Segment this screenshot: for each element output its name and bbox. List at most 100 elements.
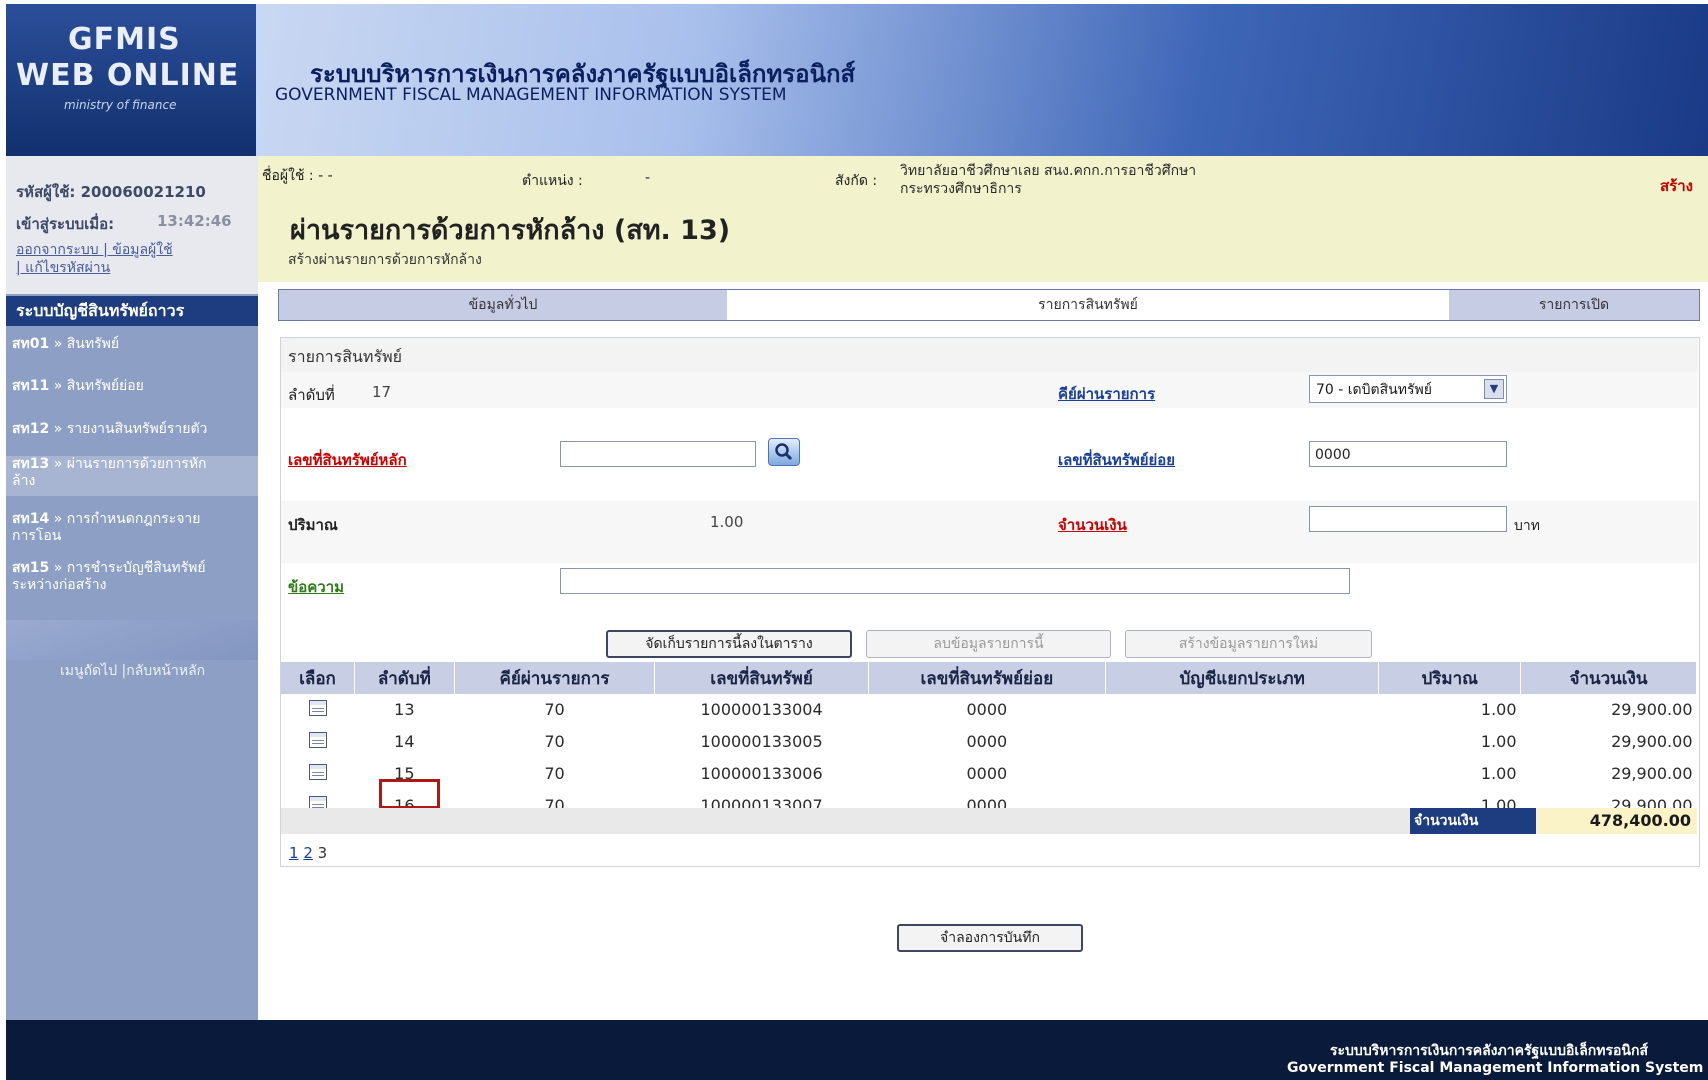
cell-posting-key: 70 bbox=[454, 725, 655, 758]
cell-asset-no: 100000133004 bbox=[654, 694, 869, 726]
sidebar-item-st12[interactable]: สท12 » รายงานสินทรัพย์รายตัว bbox=[6, 421, 258, 438]
login-label: เข้าสู่ระบบเมื่อ: bbox=[16, 215, 115, 233]
tab-bar: ข้อมูลทั่วไป รายการสินทรัพย์ รายการเปิด bbox=[278, 289, 1700, 321]
sidebar-item-st15[interactable]: สท15 » การชำระบัญชีสินทรัพย์ ระหว่างก่อส… bbox=[6, 560, 258, 594]
cell-amount: 29,900.00 bbox=[1520, 757, 1697, 790]
col-header-quantity: ปริมาณ bbox=[1378, 662, 1522, 694]
logo-text-gfmis: GFMIS bbox=[68, 22, 181, 57]
sidebar-item-st14[interactable]: สท14 » การกำหนดกฎกระจาย การโอน bbox=[6, 511, 258, 545]
cell-seq: 14 bbox=[354, 725, 455, 758]
delete-item-button[interactable]: ลบข้อมูลรายการนี้ bbox=[866, 630, 1111, 658]
seq-label: ลำดับที่ bbox=[288, 386, 335, 404]
footer-title-en: Government Fiscal Management Information… bbox=[1287, 1060, 1704, 1076]
total-label: จำนวนเงิน bbox=[1410, 808, 1536, 834]
sidebar-item-code: สท13 bbox=[12, 456, 50, 472]
change-password-link[interactable]: | แก้ไขรหัสผ่าน bbox=[16, 257, 110, 279]
tab-general-info[interactable]: ข้อมูลทั่วไป bbox=[279, 290, 727, 320]
sidebar-item-st13[interactable]: สท13 » ผ่านรายการด้วยการหัก ล้าง bbox=[6, 456, 258, 496]
sidebar-item-label: » ผ่านรายการด้วยการหัก bbox=[53, 456, 207, 472]
cell-sub-asset-no: 0000 bbox=[868, 725, 1106, 758]
posting-key-select[interactable]: 70 - เดบิตสินทรัพย์ ▼ bbox=[1309, 375, 1507, 403]
cell-quantity: 1.00 bbox=[1378, 725, 1521, 758]
sub-asset-label[interactable]: เลขที่สินทรัพย์ย่อย bbox=[1058, 448, 1175, 472]
page-subtitle: สร้างผ่านรายการด้วยการหักล้าง bbox=[288, 252, 482, 268]
info-dept-line2: กระทรวงศึกษาธิการ bbox=[900, 181, 1022, 197]
cell-gl-account bbox=[1105, 694, 1379, 726]
sidebar-item-label-cont: ล้าง bbox=[12, 473, 36, 489]
col-header-sub-asset-no: เลขที่สินทรัพย์ย่อย bbox=[868, 662, 1106, 694]
sidebar-item-label: » สินทรัพย์ย่อย bbox=[53, 378, 144, 394]
text-label[interactable]: ข้อความ bbox=[288, 575, 344, 599]
main-asset-label[interactable]: เลขที่สินทรัพย์หลัก bbox=[288, 448, 407, 472]
row-select-cell[interactable] bbox=[281, 694, 355, 726]
system-title-en: GOVERNMENT FISCAL MANAGEMENT INFORMATION… bbox=[275, 85, 787, 105]
gfmis-logo: GFMIS WEB ONLINE ministry of finance bbox=[6, 4, 256, 156]
col-header-select: เลือก bbox=[281, 662, 355, 694]
chevron-down-icon[interactable]: ▼ bbox=[1484, 379, 1504, 399]
sidebar-next-menu-link[interactable]: เมนูถัดไป |กลับหน้าหลัก bbox=[60, 660, 205, 682]
logo-text-ministry: ministry of finance bbox=[64, 98, 177, 112]
footer-title-th: ระบบบริหารการเงินการคลังภาครัฐแบบอิเล็กท… bbox=[1330, 1043, 1649, 1059]
info-position-label: ตำแหน่ง : bbox=[522, 173, 583, 189]
highlight-box bbox=[379, 779, 440, 809]
table-row: 13 70 100000133004 0000 1.00 29,900.00 bbox=[281, 694, 1697, 726]
sidebar-item-st11[interactable]: สท11 » สินทรัพย์ย่อย bbox=[6, 378, 258, 395]
page-link-1[interactable]: 1 bbox=[289, 844, 299, 862]
page-link-2[interactable]: 2 bbox=[303, 844, 313, 862]
cell-amount: 29,900.00 bbox=[1520, 694, 1697, 726]
row-select-cell[interactable] bbox=[281, 725, 355, 758]
sidebar-item-label: » สินทรัพย์ bbox=[53, 336, 120, 352]
panel-header bbox=[281, 338, 1698, 372]
new-item-button[interactable]: สร้างข้อมูลรายการใหม่ bbox=[1125, 630, 1372, 658]
store-item-button[interactable]: จัดเก็บรายการนี้ลงในตาราง bbox=[606, 630, 852, 658]
table-header-row: เลือก ลำดับที่ คีย์ผ่านรายการ เลขที่สินท… bbox=[281, 662, 1697, 694]
sidebar-item-label: » รายงานสินทรัพย์รายตัว bbox=[53, 421, 208, 437]
col-header-posting-key: คีย์ผ่านรายการ bbox=[454, 662, 656, 694]
sub-asset-input[interactable]: 0000 bbox=[1309, 441, 1507, 467]
document-icon[interactable] bbox=[308, 699, 327, 716]
sidebar-item-st01[interactable]: สท01 » สินทรัพย์ bbox=[6, 336, 258, 353]
col-header-amount: จำนวนเงิน bbox=[1520, 662, 1697, 694]
col-header-asset-no: เลขที่สินทรัพย์ bbox=[654, 662, 869, 694]
sidebar-item-label: » การชำระบัญชีสินทรัพย์ bbox=[53, 560, 206, 576]
pagination: 1 2 3 bbox=[289, 844, 327, 862]
cell-asset-no: 100000133005 bbox=[654, 725, 869, 758]
cell-posting-key: 70 bbox=[454, 694, 655, 726]
cell-quantity: 1.00 bbox=[1378, 757, 1521, 790]
amount-label[interactable]: จำนวนเงิน bbox=[1058, 513, 1127, 537]
main-asset-input[interactable] bbox=[560, 441, 756, 467]
table-row: 14 70 100000133005 0000 1.00 29,900.00 bbox=[281, 725, 1697, 758]
cell-seq: 13 bbox=[354, 694, 455, 726]
tab-asset-items[interactable]: รายการสินทรัพย์ bbox=[727, 290, 1449, 320]
document-icon[interactable] bbox=[308, 763, 327, 780]
create-link[interactable]: สร้าง bbox=[1660, 174, 1693, 198]
cell-sub-asset-no: 0000 bbox=[868, 757, 1106, 790]
user-info-box: รหัสผู้ใช้: 200060021210 เข้าสู่ระบบเมื่… bbox=[6, 156, 258, 294]
sidebar-item-code: สท11 bbox=[12, 378, 50, 394]
page-title: ผ่านรายการด้วยการหักล้าง (สท. 13) bbox=[290, 215, 731, 246]
amount-input[interactable] bbox=[1309, 506, 1507, 532]
info-position-value: - bbox=[645, 170, 651, 186]
tab-open-items[interactable]: รายการเปิด bbox=[1449, 290, 1699, 320]
search-button[interactable] bbox=[768, 438, 800, 466]
cell-quantity: 1.00 bbox=[1378, 694, 1521, 726]
user-id: รหัสผู้ใช้: 200060021210 bbox=[16, 183, 206, 201]
simulate-save-button[interactable]: จำลองการบันทึก bbox=[897, 924, 1083, 952]
col-header-gl-account: บัญชีแยกประเภท bbox=[1105, 662, 1380, 694]
quantity-value: 1.00 bbox=[710, 513, 744, 531]
col-header-seq: ลำดับที่ bbox=[354, 662, 455, 694]
text-input[interactable] bbox=[560, 568, 1350, 594]
app-header: GFMIS WEB ONLINE ministry of finance bbox=[6, 4, 1708, 156]
posting-key-label[interactable]: คีย์ผ่านรายการ bbox=[1058, 382, 1155, 406]
search-icon bbox=[775, 443, 793, 461]
document-icon[interactable] bbox=[308, 731, 327, 748]
total-value: 478,400.00 bbox=[1536, 808, 1697, 834]
sidebar-item-label-cont: ระหว่างก่อสร้าง bbox=[12, 577, 107, 593]
login-time: 13:42:46 bbox=[157, 212, 232, 230]
quantity-label: ปริมาณ bbox=[288, 516, 338, 534]
cell-amount: 29,900.00 bbox=[1520, 725, 1697, 758]
posting-key-selected: 70 - เดบิตสินทรัพย์ bbox=[1316, 382, 1432, 398]
cell-asset-no: 100000133006 bbox=[654, 757, 869, 790]
row-select-cell[interactable] bbox=[281, 757, 355, 790]
sidebar-item-code: สท14 bbox=[12, 511, 50, 527]
